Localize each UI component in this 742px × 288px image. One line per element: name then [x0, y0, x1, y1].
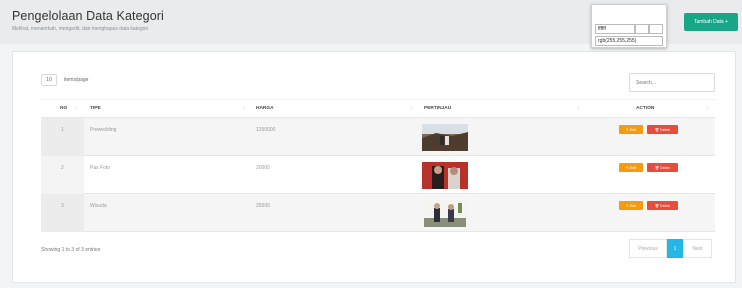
table-info: Showing 1 to 3 of 3 entries — [41, 247, 101, 253]
edit-button[interactable]: ✎ Edit — [619, 201, 643, 210]
items-per-page-select[interactable]: 10 — [41, 74, 57, 86]
row-tipe: Prewedding — [90, 127, 117, 133]
color-swatch-row: ffffff — [595, 24, 663, 34]
row-tipe: Pas Foto — [90, 165, 111, 171]
sort-icon[interactable]: ↕ — [410, 105, 413, 111]
column-header-tipe[interactable]: TIPE — [90, 106, 101, 111]
preview-image — [422, 124, 468, 151]
color-preview-box-2 — [649, 24, 663, 34]
row-harga: 1250000 — [256, 127, 276, 133]
color-preview-box — [635, 24, 649, 34]
delete-button[interactable]: 🗑 Delete — [647, 201, 678, 210]
color-picker-popup[interactable]: ffffff rgb(255,255,255) — [591, 4, 667, 48]
pagination: Previous 1 Next — [629, 239, 712, 258]
delete-button[interactable]: 🗑 Delete — [647, 163, 678, 172]
column-header-pertinjau[interactable]: PERTINJAU — [424, 106, 451, 111]
row-number-cell: 3 — [41, 194, 84, 232]
row-number: 3 — [61, 203, 64, 209]
row-harga: 25000 — [256, 203, 270, 209]
edit-button[interactable]: ✎ Edit — [619, 125, 643, 134]
page-title: Pengelolaan Data Kategori — [12, 9, 164, 23]
row-number-cell: 2 — [41, 156, 84, 194]
page-subtitle: Melihat, menambah, mengedit, dan menghap… — [12, 26, 149, 32]
row-harga: 20000 — [256, 165, 270, 171]
search-input[interactable] — [629, 73, 715, 92]
column-header-action[interactable]: ACTION — [636, 106, 654, 111]
edit-button[interactable]: ✎ Edit — [619, 163, 643, 172]
current-page-button[interactable]: 1 — [667, 239, 683, 258]
column-header-no[interactable]: NO — [60, 106, 67, 111]
table-row: 3 Wisuda 25000 ✎ Edit 🗑 Delete — [41, 194, 715, 232]
row-tipe: Wisuda — [90, 203, 107, 209]
table-row: 2 Pas Foto 20000 ✎ Edit 🗑 Delete — [41, 156, 715, 194]
row-number: 2 — [61, 165, 64, 171]
table-header: NO ↑ TIPE ↕ HARGA ↕ PERTINJAU ↕ ACTION ↕ — [41, 99, 715, 118]
sort-icon[interactable]: ↕ — [577, 105, 580, 111]
add-data-button[interactable]: Tambah Data + — [684, 13, 738, 31]
previous-page-button[interactable]: Previous — [629, 239, 667, 258]
table-row: 1 Prewedding 1250000 ✎ Edit 🗑 Delete — [41, 118, 715, 156]
sort-icon[interactable]: ↕ — [243, 105, 246, 111]
preview-image — [422, 200, 468, 227]
row-number: 1 — [61, 127, 64, 133]
row-number-cell: 1 — [41, 118, 84, 156]
preview-image — [422, 162, 468, 189]
color-hex-field[interactable]: ffffff — [595, 24, 635, 34]
column-header-harga[interactable]: HARGA — [256, 106, 274, 111]
delete-button[interactable]: 🗑 Delete — [647, 125, 678, 134]
color-rgb-field[interactable]: rgb(255,255,255) — [595, 36, 663, 46]
next-page-button[interactable]: Next — [683, 239, 712, 258]
items-per-page-label: items/page — [64, 77, 89, 83]
sort-icon[interactable]: ↕ — [706, 105, 709, 111]
sort-icon[interactable]: ↑ — [75, 105, 78, 111]
